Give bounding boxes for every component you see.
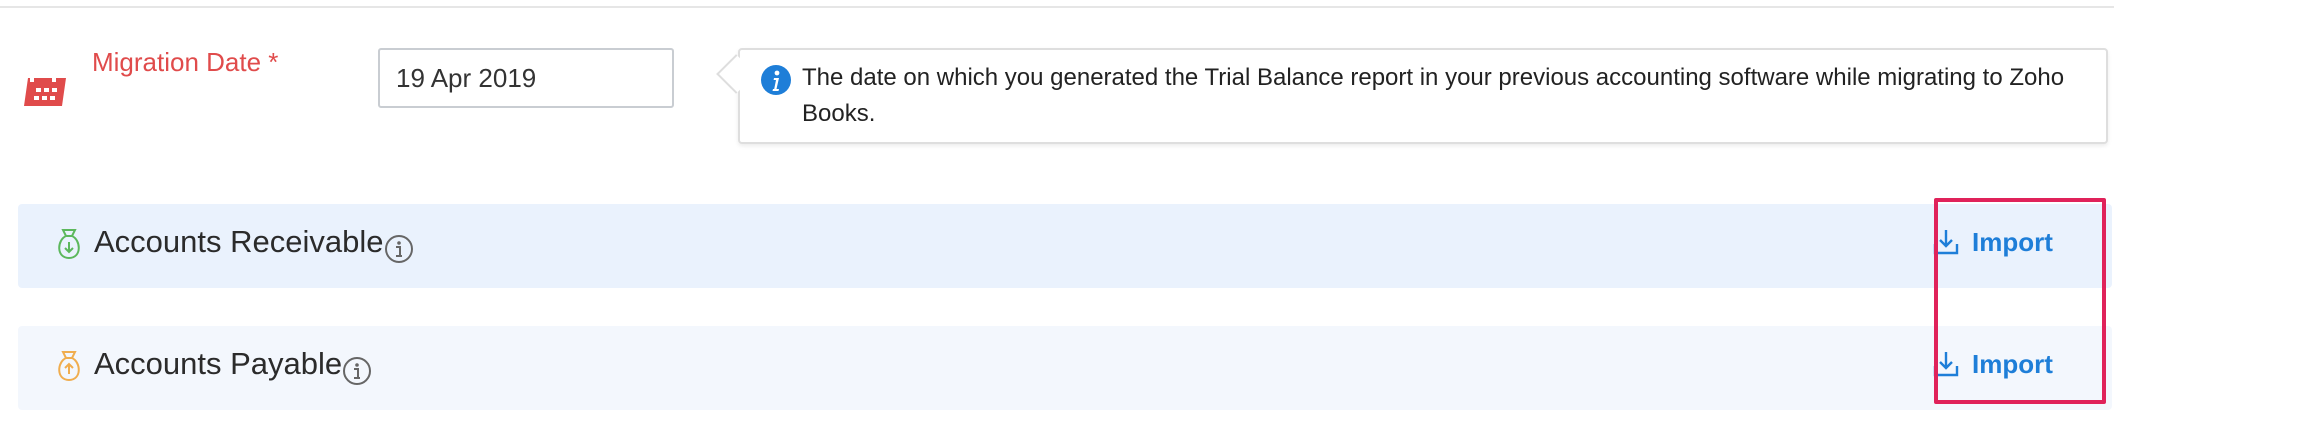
accounts-receivable-section: Accounts Receivable Import <box>18 204 2112 288</box>
download-icon <box>1933 352 1959 377</box>
accounts-receivable-import-button[interactable]: Import <box>1932 222 2053 262</box>
migration-date-input[interactable] <box>378 48 674 108</box>
tooltip-text: The date on which you generated the Tria… <box>802 64 2065 127</box>
info-icon <box>761 65 791 95</box>
accounts-payable-import-button[interactable]: Import <box>1932 344 2053 384</box>
calendar-icon <box>24 76 66 106</box>
migration-date-tooltip: The date on which you generated the Tria… <box>716 48 2108 144</box>
accounts-receivable-title: Accounts Receivable <box>94 224 384 259</box>
money-bag-up-icon <box>58 351 80 382</box>
money-bag-down-icon <box>58 229 80 260</box>
accounts-payable-title: Accounts Payable <box>94 346 343 381</box>
accounts-payable-section: Accounts Payable Import <box>18 326 2112 410</box>
migration-date-label: Migration Date * <box>92 47 279 77</box>
help-icon[interactable] <box>342 356 372 386</box>
top-divider <box>0 6 2114 8</box>
migration-date-row: Migration Date * The date on which you g… <box>0 40 2120 160</box>
import-label: Import <box>1972 226 2053 257</box>
help-icon[interactable] <box>384 234 414 264</box>
tooltip-arrow <box>716 54 756 94</box>
download-icon <box>1933 230 1959 255</box>
import-label: Import <box>1972 348 2053 379</box>
